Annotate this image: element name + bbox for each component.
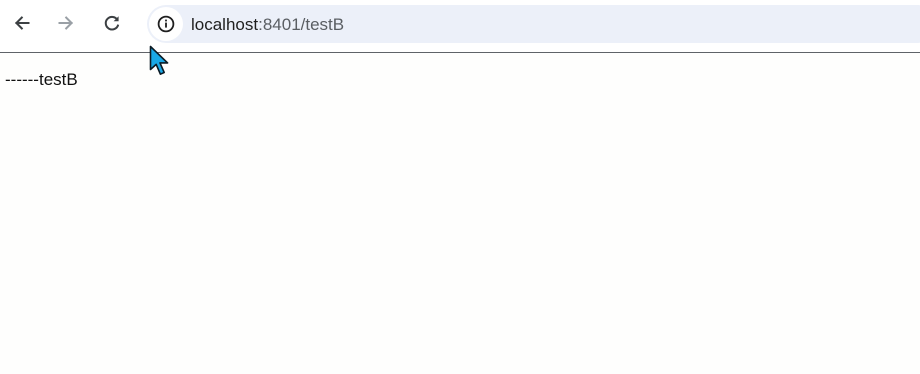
browser-toolbar: localhost:8401/testB <box>0 0 920 53</box>
reload-icon <box>104 15 120 31</box>
forward-button[interactable] <box>51 8 81 38</box>
back-button[interactable] <box>7 8 37 38</box>
url-text[interactable]: localhost:8401/testB <box>191 15 344 34</box>
info-icon <box>157 15 175 33</box>
arrow-left-icon <box>14 16 30 30</box>
reload-button[interactable] <box>97 8 127 38</box>
url-path: :8401/testB <box>258 15 345 34</box>
arrow-right-icon <box>58 16 74 30</box>
page-body-text: ------testB <box>5 70 78 89</box>
site-info-button[interactable] <box>149 7 183 41</box>
url-host: localhost <box>191 15 259 34</box>
address-bar[interactable]: localhost:8401/testB <box>147 5 920 43</box>
